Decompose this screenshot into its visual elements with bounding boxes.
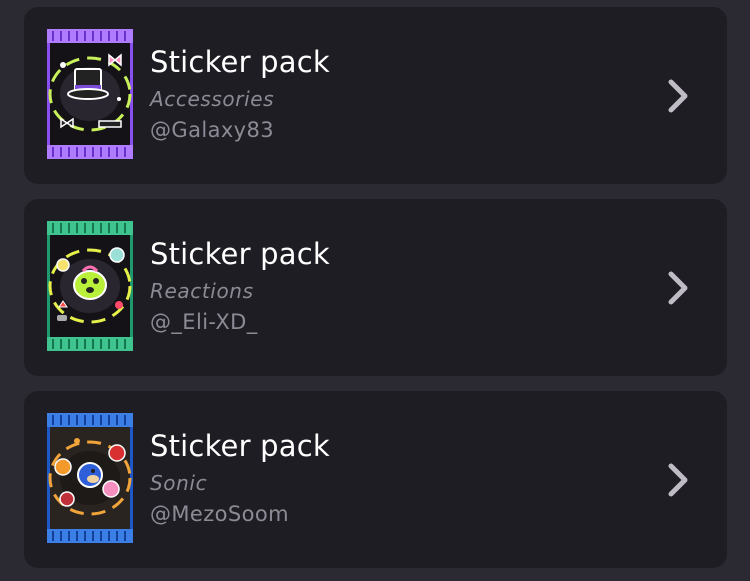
- top-hat-icon: [47, 29, 133, 159]
- pack-subtitle: Reactions: [150, 279, 254, 303]
- sonic-characters-icon: [47, 413, 133, 543]
- sticker-pack-thumbnail: [47, 29, 133, 159]
- pack-subtitle: Accessories: [150, 87, 275, 111]
- sticker-pack-card-sonic[interactable]: Sticker pack Sonic @MezoSoom: [24, 391, 727, 568]
- chevron-right-icon[interactable]: [663, 269, 693, 307]
- pack-author: @_Eli-XD_: [150, 310, 258, 334]
- pack-title: Sticker pack: [150, 45, 330, 79]
- pack-subtitle: Sonic: [150, 471, 208, 495]
- chevron-right-icon[interactable]: [663, 461, 693, 499]
- pack-author: @MezoSoom: [150, 502, 289, 526]
- sticker-pack-thumbnail: [47, 413, 133, 543]
- sticker-pack-list: Sticker pack Accessories @Galaxy83 Stick…: [0, 0, 750, 581]
- pack-author: @Galaxy83: [150, 118, 275, 142]
- pack-title: Sticker pack: [150, 237, 330, 271]
- reaction-face-icon: [47, 221, 133, 351]
- sticker-pack-thumbnail: [47, 221, 133, 351]
- sticker-pack-card-accessories[interactable]: Sticker pack Accessories @Galaxy83: [24, 7, 727, 184]
- sticker-pack-card-reactions[interactable]: Sticker pack Reactions @_Eli-XD_: [24, 199, 727, 376]
- chevron-right-icon[interactable]: [663, 77, 693, 115]
- pack-title: Sticker pack: [150, 429, 330, 463]
